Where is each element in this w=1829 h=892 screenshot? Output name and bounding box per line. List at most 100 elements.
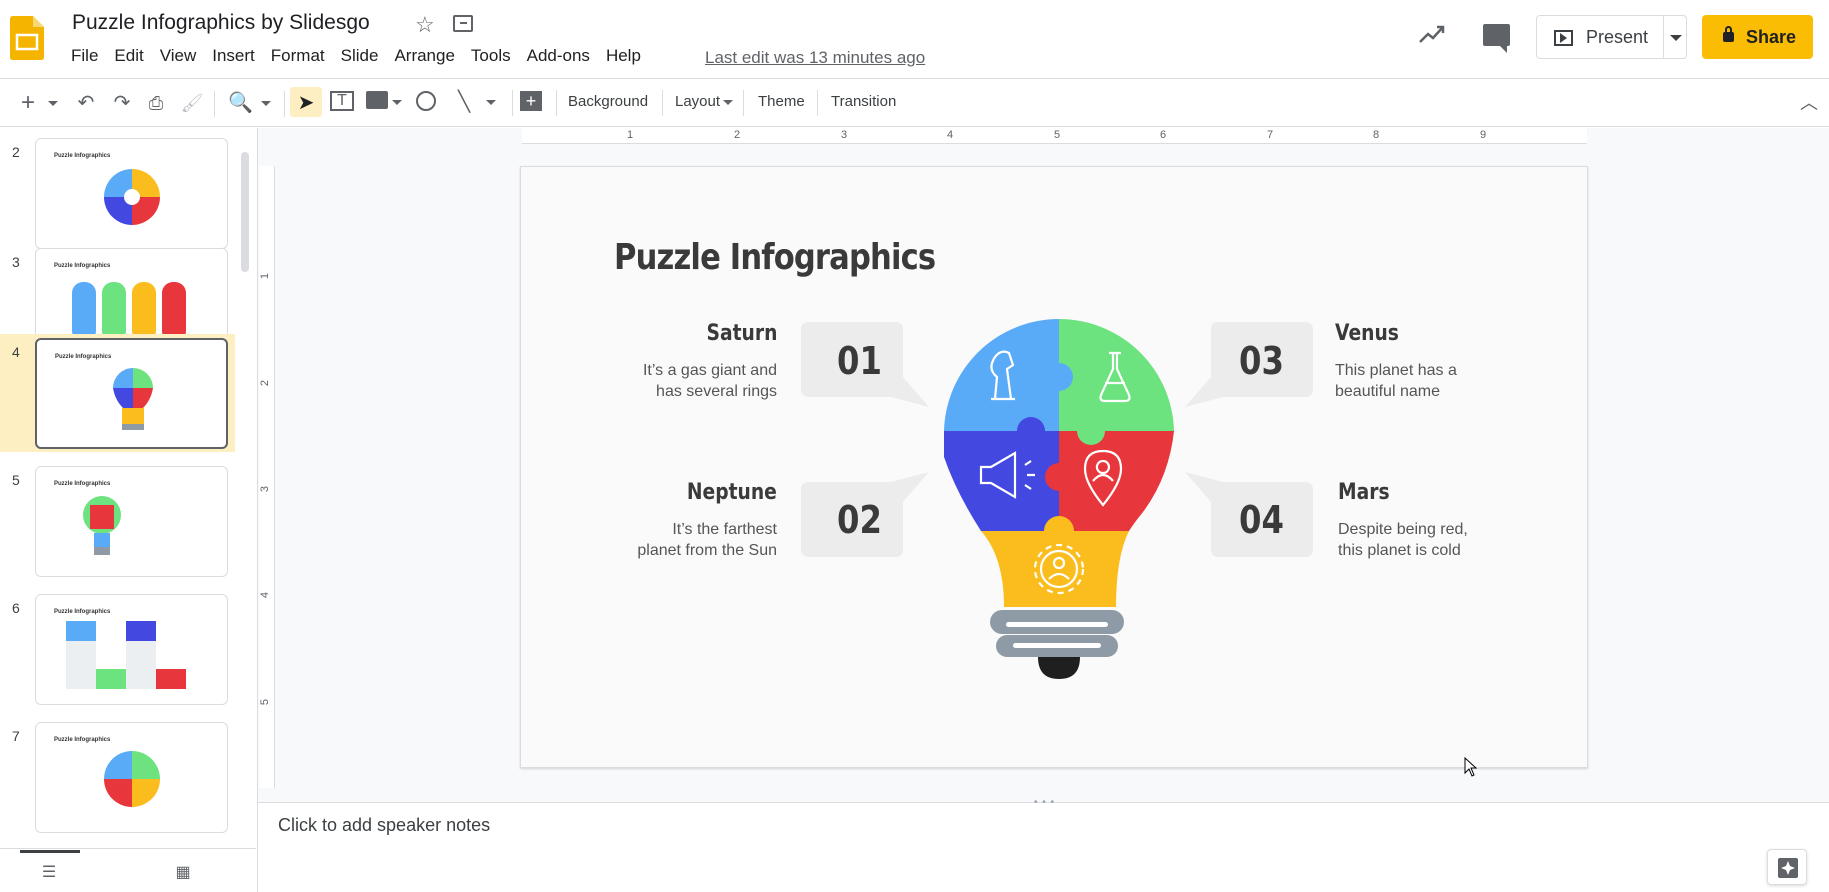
item-text-saturn-line2[interactable]: has several rings [656,381,777,402]
menu-insert[interactable]: Insert [212,46,255,66]
filmstrip-view-icon[interactable]: ☰ [38,862,60,884]
thumbnail-preview: Puzzle Infographics [35,138,228,249]
document-title[interactable]: Puzzle Infographics by Slidesgo [72,11,370,35]
undo-icon[interactable]: ↶ [74,92,98,114]
shape-icon[interactable] [416,91,436,111]
theme-button[interactable]: Theme [758,93,805,110]
layout-dropdown-icon[interactable] [723,100,733,105]
item-number-03[interactable]: 03 [1239,339,1284,383]
zoom-icon[interactable]: 🔍 [228,92,253,114]
new-slide-dropdown-icon[interactable] [48,101,58,106]
new-slide-icon[interactable]: + [16,91,40,115]
slide-thumbnail-6[interactable]: 6 Puzzle Infographics [0,590,235,708]
comment-icon[interactable] [1483,24,1510,53]
slide-title[interactable]: Puzzle Infographics [614,237,936,278]
menu-tools[interactable]: Tools [471,46,511,66]
puzzle-piece-green [1059,319,1174,431]
vertical-ruler[interactable]: 1 2 3 4 5 [259,166,275,788]
item-text-venus-line2[interactable]: beautiful name [1335,381,1440,402]
activity-trend-icon[interactable] [1418,22,1448,46]
add-comment-icon[interactable]: + [520,91,542,111]
horizontal-ruler[interactable]: 1 2 3 4 5 6 7 8 9 [522,128,1587,144]
slide-canvas[interactable]: Puzzle Infographics 01 02 03 04 Saturn I… [520,166,1588,768]
ruler-mark: 5 [1054,129,1061,141]
explore-button[interactable] [1767,849,1807,885]
toolbar-divider [817,90,818,116]
menu-format[interactable]: Format [271,46,325,66]
line-dropdown-icon[interactable] [486,100,496,105]
item-text-mars-line2[interactable]: this planet is cold [1338,540,1461,561]
thumbnail-preview: Puzzle Infographics [35,722,228,833]
slide-thumbnail-2[interactable]: 2 Puzzle Infographics [0,134,235,252]
thumbnail-graphic [66,621,186,689]
item-heading-venus[interactable]: Venus [1335,321,1399,346]
print-icon[interactable]: ⎙ [144,92,168,114]
item-number-02[interactable]: 02 [837,498,882,542]
image-icon[interactable] [366,91,388,109]
ruler-mark: 1 [627,129,634,141]
slide-thumbnail-7[interactable]: 7 Puzzle Infographics [0,718,235,836]
layout-button[interactable]: Layout [675,93,720,110]
slide-number: 6 [12,600,20,616]
item-text-venus-line1[interactable]: This planet has a [1335,360,1457,381]
move-folder-icon[interactable] [453,15,473,32]
ruler-mark: 3 [259,485,272,493]
present-dropdown-icon[interactable] [1670,35,1682,41]
item-number-01[interactable]: 01 [837,339,882,383]
share-label: Share [1746,26,1797,47]
menu-edit[interactable]: Edit [114,46,143,66]
menu-arrange[interactable]: Arrange [394,46,454,66]
item-text-mars-line1[interactable]: Despite being red, [1338,519,1468,540]
slide-number: 2 [12,144,20,160]
image-dropdown-icon[interactable] [392,100,402,105]
ruler-mark: 2 [734,129,741,141]
puzzle-piece-red [1059,431,1174,531]
lightbulb-puzzle-graphic[interactable] [941,317,1177,707]
view-active-indicator [20,850,80,853]
background-button[interactable]: Background [568,93,648,110]
transition-button[interactable]: Transition [831,93,896,110]
item-text-neptune-line2[interactable]: planet from the Sun [637,540,777,561]
filmstrip-panel: 2 Puzzle Infographics 3 Puzzle Infograph… [0,128,256,848]
item-heading-mars[interactable]: Mars [1338,480,1390,505]
menu-view[interactable]: View [160,46,197,66]
toolbar-divider [284,91,285,117]
mouse-cursor-icon [1464,757,1478,777]
collapse-toolbar-icon[interactable]: ︿ [1798,92,1820,114]
item-heading-saturn[interactable]: Saturn [706,321,777,346]
redo-icon[interactable]: ↷ [110,92,134,114]
menu-slide[interactable]: Slide [341,46,379,66]
text-box-icon[interactable]: T [330,91,354,111]
thumbnail-title: Puzzle Infographics [55,354,112,360]
line-icon[interactable]: ╲ [452,91,476,113]
ruler-mark: 4 [947,129,954,141]
item-text-neptune-line1[interactable]: It’s the farthest [672,519,777,540]
item-number-04[interactable]: 04 [1239,498,1284,542]
menu-help[interactable]: Help [606,46,641,66]
lock-icon [1723,26,1734,42]
menu-addons[interactable]: Add-ons [527,46,590,66]
grid-view-icon[interactable]: ▦ [172,862,194,884]
ruler-mark: 5 [259,698,272,706]
zoom-dropdown-icon[interactable] [261,101,271,106]
toolbar-divider [556,90,557,116]
filmstrip-scrollbar[interactable] [241,152,249,272]
slide-number: 4 [12,344,20,360]
item-text-saturn-line1[interactable]: It’s a gas giant and [643,360,777,381]
slide-thumbnail-5[interactable]: 5 Puzzle Infographics [0,462,235,580]
item-heading-neptune[interactable]: Neptune [687,480,777,505]
present-button[interactable]: Present [1536,15,1687,59]
notes-resize-handle[interactable]: • • • [1034,797,1055,808]
slides-logo-icon[interactable] [10,16,44,60]
share-button[interactable]: Share [1702,15,1813,59]
speaker-notes-area[interactable]: Click to add speaker notes • • • [257,797,1829,892]
paint-format-icon[interactable]: 🖌 [180,92,204,114]
ruler-mark: 4 [259,591,272,599]
menu-file[interactable]: File [71,46,98,66]
last-edit-link[interactable]: Last edit was 13 minutes ago [705,48,925,68]
star-icon[interactable]: ☆ [415,12,435,38]
select-cursor-icon[interactable]: ➤ [294,92,318,114]
speaker-notes-placeholder[interactable]: Click to add speaker notes [278,815,490,836]
slide-thumbnail-4[interactable]: 4 Puzzle Infographics [0,334,235,452]
thumbnail-graphic [104,751,160,807]
